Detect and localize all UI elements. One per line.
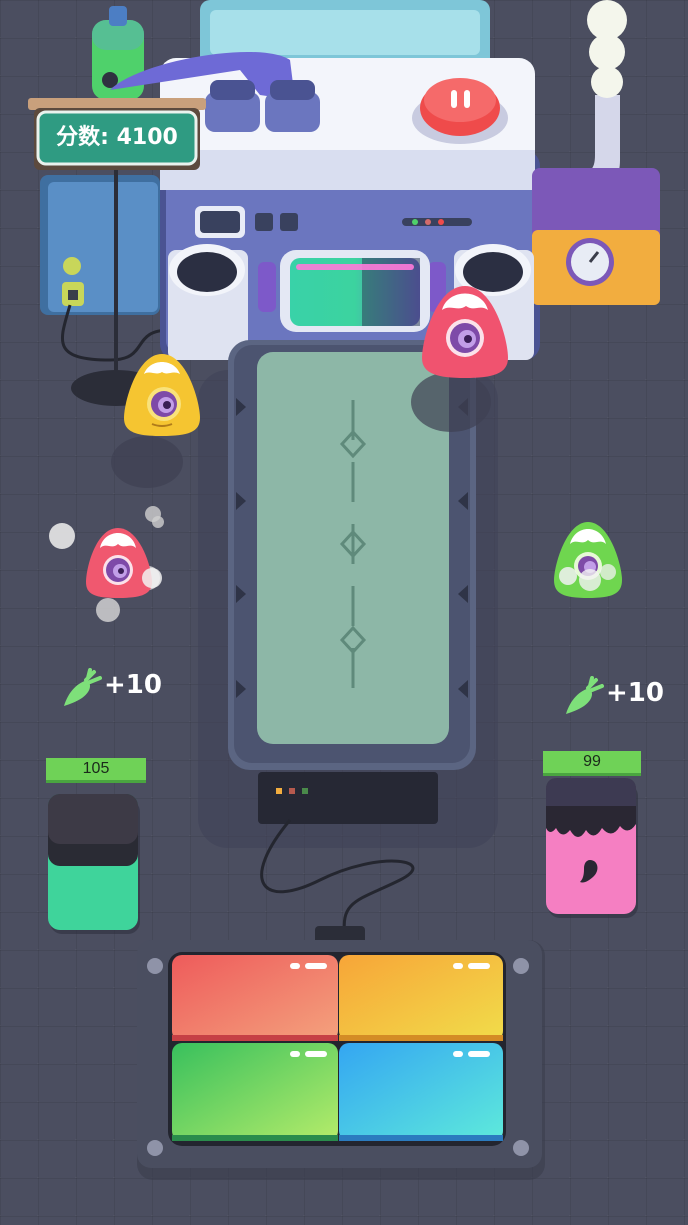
green-monster xyxy=(554,522,622,598)
green-jar-hp: 105 xyxy=(46,758,146,783)
red-pad-button[interactable] xyxy=(172,955,338,1041)
green-jar xyxy=(48,794,140,934)
blue-pad-button[interactable] xyxy=(339,1043,503,1141)
game-stage: 分数: 4100 +10 +10 105 99 xyxy=(0,0,688,1225)
carrot-icon xyxy=(64,668,102,706)
pink-jar xyxy=(546,778,638,918)
pause-button[interactable] xyxy=(418,78,504,138)
yellow-pad-button[interactable] xyxy=(339,955,503,1041)
carrot-icon xyxy=(566,676,604,714)
bonus-right: +10 xyxy=(606,678,664,708)
red-monster xyxy=(422,286,508,378)
score-label: 分数: 4100 xyxy=(56,125,178,150)
pink-jar-hp: 99 xyxy=(543,751,641,776)
green-pad-button[interactable] xyxy=(172,1043,338,1141)
bonus-left: +10 xyxy=(104,670,162,700)
pink-monster xyxy=(49,506,164,622)
yellow-monster xyxy=(124,354,200,436)
